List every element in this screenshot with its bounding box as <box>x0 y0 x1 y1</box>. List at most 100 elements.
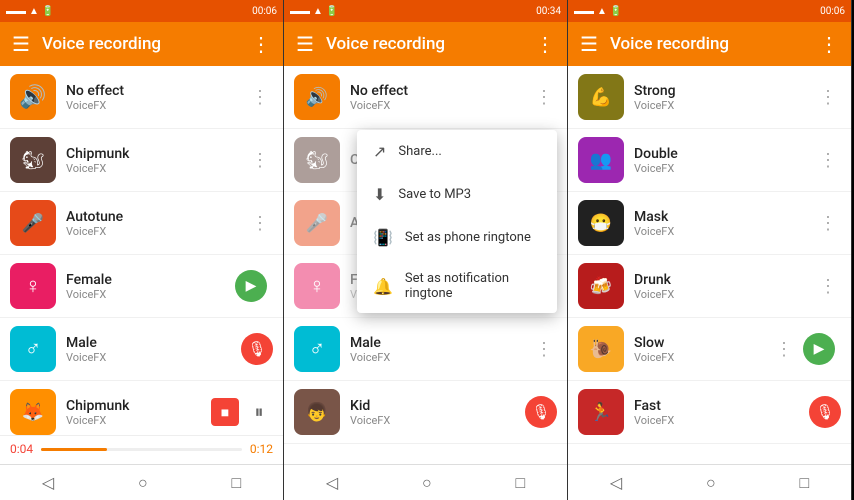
pause-button[interactable]: ⏸ <box>245 398 273 426</box>
item-more[interactable]: ⋮ <box>247 146 273 175</box>
item-title: No effect <box>66 83 247 99</box>
item-sub: VoiceFX <box>350 99 531 112</box>
list-item[interactable]: ♀ Female VoiceFX ▶ <box>0 255 283 318</box>
stop-play-controls: ■ ⏸ <box>211 398 273 426</box>
recents-button-2[interactable]: □ <box>499 467 541 499</box>
item-info: Chipmunk VoiceFX <box>66 398 211 427</box>
status-time-2: 00:34 <box>536 6 561 17</box>
more-icon-1[interactable]: ⋮ <box>251 32 271 56</box>
save-mp3-menu-item[interactable]: ⬇ Save to MP3 <box>357 173 557 216</box>
nav-bar-2: ◁ ○ □ <box>284 464 567 500</box>
mic-button[interactable]: 🎙 <box>241 333 273 365</box>
item-sub: VoiceFX <box>634 225 815 238</box>
item-title: Strong <box>634 83 815 99</box>
back-button-2[interactable]: ◁ <box>310 467 354 498</box>
double-icon: 👥 <box>578 137 624 183</box>
app-bar-2: ☰ Voice recording ⋮ <box>284 22 567 66</box>
item-title: Drunk <box>634 272 815 288</box>
more-icon-2[interactable]: ⋮ <box>535 32 555 56</box>
list-item[interactable]: ♂ Male VoiceFX ⋮ <box>284 318 567 381</box>
back-button[interactable]: ◁ <box>26 467 70 498</box>
item-more[interactable]: ⋮ <box>247 83 273 112</box>
share-menu-item[interactable]: ↗ Share... <box>357 130 557 173</box>
list-item-recording[interactable]: 🦊 Chipmunk VoiceFX ■ ⏸ <box>0 381 283 435</box>
status-time-3: 00:06 <box>820 6 845 17</box>
list-item[interactable]: 🔊 No effect VoiceFX ⋮ <box>284 66 567 129</box>
bell-icon: 🔔 <box>373 277 393 296</box>
wifi-icon: ▲ <box>29 6 39 17</box>
chipmunk-icon: 🐿 <box>10 137 56 183</box>
back-button-3[interactable]: ◁ <box>594 467 638 498</box>
home-button-3[interactable]: ○ <box>690 467 732 499</box>
mic-button-3[interactable]: 🎙 <box>809 396 841 428</box>
fast-icon: 🏃 <box>578 389 624 435</box>
item-sub: VoiceFX <box>66 288 235 301</box>
signal-icon-2: ▬▬ <box>290 6 310 17</box>
list-item[interactable]: 😷 Mask VoiceFX ⋮ <box>568 192 851 255</box>
menu-icon-3[interactable]: ☰ <box>580 32 598 56</box>
app-title-1: Voice recording <box>42 34 239 54</box>
list-item[interactable]: 👦 Kid VoiceFX 🎙 <box>284 381 567 444</box>
time-start: 0:04 <box>10 442 33 456</box>
list-item[interactable]: 💪 Strong VoiceFX ⋮ <box>568 66 851 129</box>
app-title-3: Voice recording <box>610 34 807 54</box>
menu-icon-2[interactable]: ☰ <box>296 32 314 56</box>
stop-button[interactable]: ■ <box>211 398 239 426</box>
autotune-icon: 🎤 <box>10 200 56 246</box>
battery-icon-2: 🔋 <box>326 6 338 17</box>
item-title: Male <box>66 335 241 351</box>
menu-icon-1[interactable]: ☰ <box>12 32 30 56</box>
share-label: Share... <box>398 144 441 159</box>
list-3: 💪 Strong VoiceFX ⋮ 👥 Double VoiceFX ⋮ 😷 … <box>568 66 851 464</box>
app-bar-3: ☰ Voice recording ⋮ <box>568 22 851 66</box>
male-icon: ♂ <box>10 326 56 372</box>
item-sub: VoiceFX <box>634 99 815 112</box>
list-item[interactable]: 🏃 Fast VoiceFX 🎙 <box>568 381 851 444</box>
item-sub: VoiceFX <box>66 351 241 364</box>
item-title: No effect <box>350 83 531 99</box>
item-more[interactable]: ⋮ <box>815 146 841 175</box>
battery-icon-3: 🔋 <box>610 6 622 17</box>
list-item[interactable]: 👥 Double VoiceFX ⋮ <box>568 129 851 192</box>
status-time-1: 00:06 <box>252 6 277 17</box>
item-more[interactable]: ⋮ <box>771 335 797 364</box>
item-info: Male VoiceFX <box>350 335 531 364</box>
nav-bar-3: ◁ ○ □ <box>568 464 851 500</box>
item-more[interactable]: ⋮ <box>815 272 841 301</box>
item-more[interactable]: ⋮ <box>815 209 841 238</box>
play-button-3[interactable]: ▶ <box>803 333 835 365</box>
signal-icon-3: ▬▬ <box>574 6 594 17</box>
download-icon: ⬇ <box>373 185 386 204</box>
recents-button[interactable]: □ <box>215 467 257 499</box>
context-menu: ↗ Share... ⬇ Save to MP3 📳 Set as phone … <box>357 130 557 313</box>
item-info: Female VoiceFX <box>66 272 235 301</box>
list-item[interactable]: ♂ Male VoiceFX 🎙 <box>0 318 283 381</box>
item-info: Fast VoiceFX <box>634 398 809 427</box>
recents-button-3[interactable]: □ <box>783 467 825 499</box>
play-button[interactable]: ▶ <box>235 270 267 302</box>
phone-ringtone-menu-item[interactable]: 📳 Set as phone ringtone <box>357 216 557 259</box>
list-1: 🔊 No effect VoiceFX ⋮ 🐿 Chipmunk VoiceFX… <box>0 66 283 435</box>
list-item[interactable]: 🔊 No effect VoiceFX ⋮ <box>0 66 283 129</box>
mic-button-2[interactable]: 🎙 <box>525 396 557 428</box>
item-sub: VoiceFX <box>634 351 771 364</box>
list-item[interactable]: 🍻 Drunk VoiceFX ⋮ <box>568 255 851 318</box>
item-more[interactable]: ⋮ <box>531 83 557 112</box>
app-title-2: Voice recording <box>326 34 523 54</box>
item-more[interactable]: ⋮ <box>815 83 841 112</box>
notification-ringtone-menu-item[interactable]: 🔔 Set as notification ringtone <box>357 259 557 313</box>
item-title: Mask <box>634 209 815 225</box>
item-title: Autotune <box>66 209 247 225</box>
item-info: Drunk VoiceFX <box>634 272 815 301</box>
no-effect-icon-2: 🔊 <box>294 74 340 120</box>
recording-bar: 0:04 0:12 <box>0 435 283 464</box>
list-item[interactable]: 🐌 Slow VoiceFX ⋮ ▶ <box>568 318 851 381</box>
list-item[interactable]: 🎤 Autotune VoiceFX ⋮ <box>0 192 283 255</box>
item-info: Chipmunk VoiceFX <box>66 146 247 175</box>
home-button-2[interactable]: ○ <box>406 467 448 499</box>
more-icon-3[interactable]: ⋮ <box>819 32 839 56</box>
item-more[interactable]: ⋮ <box>247 209 273 238</box>
home-button[interactable]: ○ <box>122 467 164 499</box>
list-item[interactable]: 🐿 Chipmunk VoiceFX ⋮ <box>0 129 283 192</box>
item-more[interactable]: ⋮ <box>531 335 557 364</box>
